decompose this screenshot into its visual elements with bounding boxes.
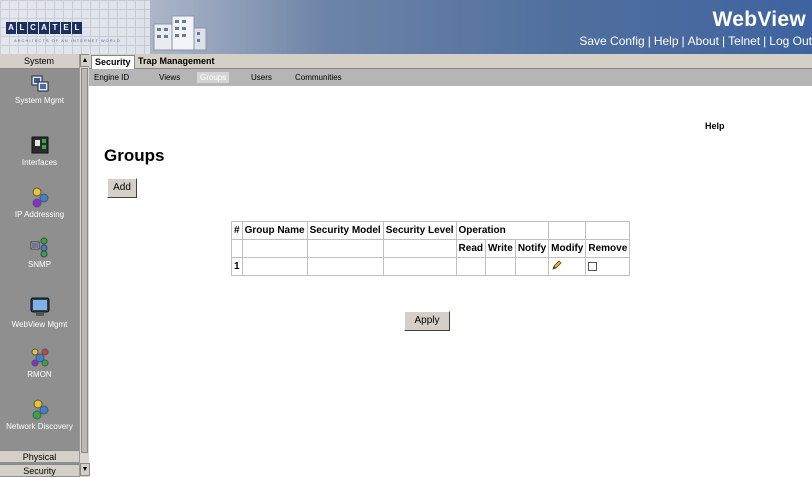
read-cell <box>455 257 486 276</box>
app-header: ALC ATEL ARCHITECTS OF AN INTERNET WORLD… <box>0 0 812 54</box>
table-subheader-row: Read Write Notify Modify Remove <box>231 239 631 258</box>
group-name-cell <box>241 257 308 276</box>
subtab-groups[interactable]: Groups <box>197 72 230 83</box>
ip-addressing-icon <box>32 187 48 208</box>
telnet-link[interactable]: Telnet <box>728 34 760 48</box>
tab-trap-management[interactable]: Trap Management <box>135 55 218 69</box>
help-top-link[interactable]: Help <box>654 34 679 48</box>
remove-cell <box>585 257 631 276</box>
col-operation: Operation <box>455 221 550 240</box>
sidebar-item-system-mgmt[interactable]: System Mgmt <box>0 72 79 105</box>
modify-cell <box>548 257 587 276</box>
sidebar-item-webview-mgmt[interactable]: WebView Mgmt <box>0 296 79 329</box>
interfaces-icon <box>31 136 48 154</box>
col-notify: Notify <box>514 239 550 258</box>
sidebar-item-interfaces[interactable]: Interfaces <box>0 134 79 167</box>
webview-mgmt-icon <box>30 297 49 316</box>
add-button[interactable]: Add <box>107 178 137 198</box>
sidebar-scrollbar[interactable]: ▲ ▼ <box>79 54 90 477</box>
groups-table: # Group Name Security Model Security Lev… <box>231 221 631 276</box>
col-blank-2 <box>585 221 631 240</box>
building-icon <box>153 15 207 51</box>
table-row: 1 <box>231 257 631 276</box>
sub-tab-bar: Engine ID Views Groups Users Communities <box>89 69 812 86</box>
col-read: Read <box>455 239 486 258</box>
sidebar-item-rmon[interactable]: RMON <box>0 346 79 379</box>
rmon-icon <box>31 348 48 367</box>
sidebar-item-network-discovery[interactable]: Network Discovery <box>0 398 79 431</box>
security-level-cell <box>382 257 457 276</box>
col-security-model: Security Model <box>306 221 384 240</box>
network-discovery-icon <box>32 399 48 420</box>
logout-link[interactable]: Log Out <box>769 34 812 48</box>
remove-checkbox[interactable] <box>588 261 598 271</box>
col-write: Write <box>484 239 516 258</box>
row-number: 1 <box>231 257 243 276</box>
help-link[interactable]: Help <box>705 121 725 131</box>
tab-security[interactable]: Security <box>91 55 135 69</box>
pencil-icon[interactable] <box>551 259 563 271</box>
write-cell <box>484 257 516 276</box>
app-title: WebView <box>712 8 806 31</box>
scroll-thumb[interactable] <box>81 68 88 453</box>
notify-cell <box>514 257 550 276</box>
top-links: Save Config | Help | About | Telnet | Log Out <box>579 34 812 48</box>
table-header-row: # Group Name Security Model Security Lev… <box>231 221 631 240</box>
col-security-level: Security Level <box>382 221 457 240</box>
subtab-views[interactable]: Views <box>156 72 183 83</box>
snmp-icon <box>30 237 47 258</box>
sidebar-section-security[interactable]: Security <box>0 464 79 476</box>
system-mgmt-icon <box>31 75 48 92</box>
subtab-engine-id[interactable]: Engine ID <box>91 72 132 83</box>
subtab-users[interactable]: Users <box>248 72 275 83</box>
sidebar-item-ip-addressing[interactable]: IP Addressing <box>0 186 79 219</box>
col-num: # <box>231 221 243 240</box>
col-modify: Modify <box>548 239 587 258</box>
apply-button[interactable]: Apply <box>404 311 450 331</box>
col-remove: Remove <box>585 239 631 258</box>
col-group-name: Group Name <box>241 221 308 240</box>
main-tab-bar: Security Trap Management <box>89 54 812 69</box>
col-blank-1 <box>548 221 587 240</box>
security-model-cell <box>306 257 384 276</box>
save-config-link[interactable]: Save Config <box>579 34 644 48</box>
scroll-down-icon[interactable]: ▼ <box>80 463 90 476</box>
logo-tagline: ARCHITECTS OF AN INTERNET WORLD <box>14 38 121 43</box>
about-link[interactable]: About <box>688 34 719 48</box>
page-title: Groups <box>104 146 165 165</box>
subtab-communities[interactable]: Communities <box>292 72 345 83</box>
sidebar-section-physical[interactable]: Physical <box>0 450 79 462</box>
alcatel-logo: ALC ATEL <box>6 22 116 36</box>
sidebar-section-header[interactable]: System <box>0 54 89 69</box>
sidebar-item-snmp[interactable]: SNMP <box>0 236 79 269</box>
sidebar: System System Mgmt Interfaces IP Address… <box>0 54 90 477</box>
